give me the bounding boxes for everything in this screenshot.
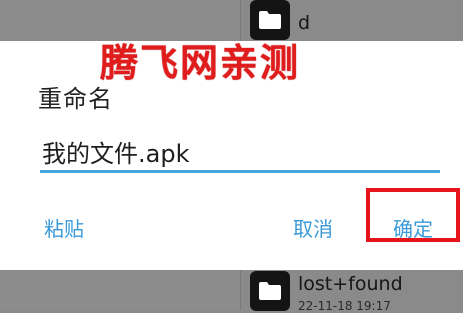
file-row-lost-found[interactable]: lost+found 22-11-18 19:17	[250, 265, 463, 313]
cancel-button[interactable]: 取消	[293, 213, 333, 242]
file-name: lost+found	[298, 273, 403, 295]
watermark: 腾飞网亲测	[100, 41, 301, 85]
file-name: d	[298, 12, 311, 34]
file-row-d[interactable]: d	[250, 0, 463, 40]
filename-input[interactable]: 我的文件.apk	[40, 126, 440, 173]
confirm-highlight-box	[366, 188, 460, 242]
file-meta: 22-11-18 19:17	[298, 299, 391, 313]
filename-input-value[interactable]: 我的文件.apk	[42, 134, 189, 169]
folder-icon	[250, 271, 290, 311]
paste-button[interactable]: 粘贴	[44, 213, 84, 242]
